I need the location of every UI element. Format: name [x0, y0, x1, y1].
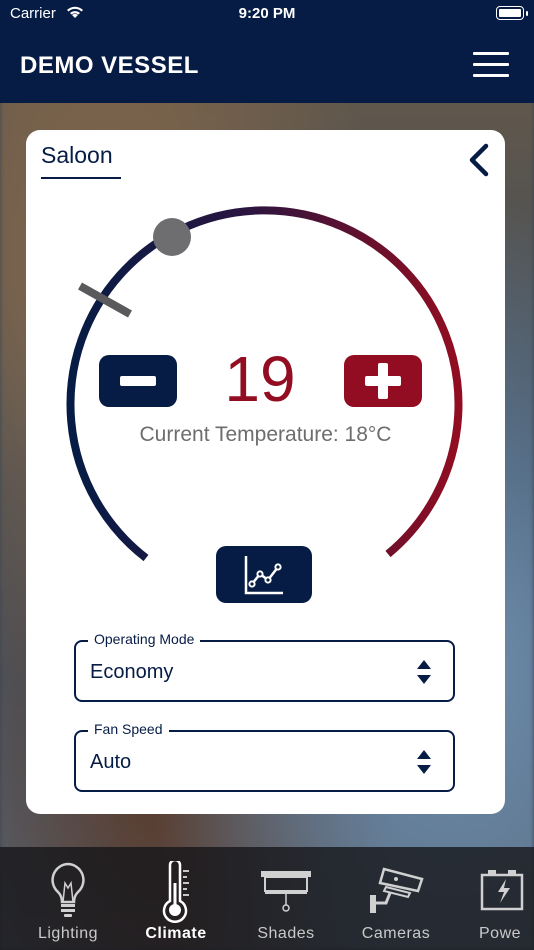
tab-climate-label: Climate	[145, 925, 207, 942]
tab-cameras-label: Cameras	[361, 925, 431, 942]
select-arrows-icon	[417, 660, 431, 684]
chevron-left-icon[interactable]	[464, 142, 494, 178]
temperature-history-button[interactable]	[216, 546, 312, 603]
tab-shades-label: Shades	[257, 925, 315, 942]
dial-knob[interactable]	[153, 218, 191, 256]
increase-temperature-button[interactable]	[344, 355, 422, 407]
fan-speed-value: Auto	[90, 751, 132, 773]
camera-icon	[370, 867, 424, 913]
tab-climate[interactable]: Climate	[123, 847, 229, 950]
minus-icon	[120, 376, 156, 386]
setpoint-temperature: 19	[224, 343, 296, 415]
operating-mode-select[interactable]: Operating Mode Economy	[74, 631, 455, 702]
current-temperature-label: Current Temperature: 18°C	[139, 423, 392, 446]
clock: 9:20 PM	[238, 5, 296, 22]
tab-lighting[interactable]: Lighting	[15, 847, 121, 950]
hamburger-menu-icon[interactable]	[470, 50, 512, 80]
tab-power-label: Powe	[479, 925, 522, 942]
battery-icon	[496, 6, 524, 20]
tab-power[interactable]: Powe	[447, 847, 534, 950]
battery-icon	[480, 870, 524, 911]
select-arrows-icon	[417, 750, 431, 774]
tab-cameras[interactable]: Cameras	[343, 847, 449, 950]
app-header: DEMO VESSEL	[0, 28, 534, 103]
shade-icon	[261, 871, 311, 912]
status-bar: Carrier 9:20 PM	[0, 0, 534, 28]
vessel-title: DEMO VESSEL	[20, 52, 199, 79]
temperature-dial[interactable]	[26, 130, 505, 814]
lightbulb-icon	[51, 862, 85, 917]
bottom-tab-bar: Lighting Climate Shades Cameras Powe	[0, 847, 534, 950]
line-chart-icon	[244, 555, 283, 594]
operating-mode-value: Economy	[90, 661, 174, 683]
tab-lighting-label: Lighting	[37, 925, 99, 942]
decrease-temperature-button[interactable]	[99, 355, 177, 407]
thermometer-icon	[162, 861, 189, 923]
plus-icon	[365, 363, 401, 399]
fan-speed-label: Fan Speed	[88, 721, 169, 737]
fan-speed-select[interactable]: Fan Speed Auto	[74, 721, 455, 792]
room-tab-saloon[interactable]: Saloon	[41, 142, 121, 179]
operating-mode-label: Operating Mode	[88, 631, 201, 647]
battery-nub	[526, 11, 528, 16]
climate-card: Saloon 19 Current Temperature: 18°C Oper…	[26, 130, 505, 814]
tab-shades[interactable]: Shades	[233, 847, 339, 950]
